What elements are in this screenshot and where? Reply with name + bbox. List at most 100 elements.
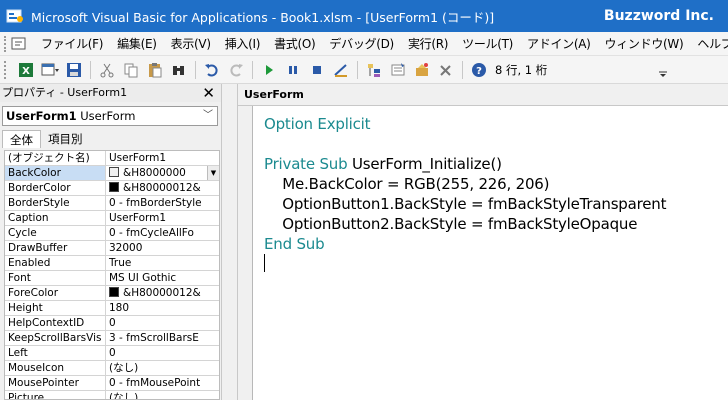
- code-editor[interactable]: Option Explicit Private Sub UserForm_Init…: [264, 114, 666, 274]
- menu-view[interactable]: 表示(V): [164, 34, 218, 54]
- menu-grip[interactable]: [4, 35, 6, 52]
- cut-icon[interactable]: [96, 59, 118, 81]
- property-value[interactable]: True: [106, 256, 219, 270]
- menu-help[interactable]: ヘルプ(H): [690, 34, 728, 54]
- title-bar: Microsoft Visual Basic for Applications …: [0, 0, 728, 32]
- design-mode-icon[interactable]: [330, 59, 352, 81]
- property-value[interactable]: UserForm1: [106, 151, 219, 165]
- code-line[interactable]: Private Sub UserForm_Initialize(): [264, 154, 666, 174]
- tab-alphabetic[interactable]: 全体: [2, 130, 41, 148]
- reset-icon[interactable]: [306, 59, 328, 81]
- menu-debug[interactable]: デバッグ(D): [322, 34, 401, 54]
- property-value[interactable]: 3 - fmScrollBarsE: [106, 331, 219, 345]
- insert-userform-icon[interactable]: [39, 59, 61, 81]
- properties-title: プロパティ - UserForm1: [2, 86, 128, 99]
- property-value[interactable]: UserForm1: [106, 211, 219, 225]
- paste-icon[interactable]: [144, 59, 166, 81]
- code-line[interactable]: Option Explicit: [264, 114, 666, 134]
- property-row[interactable]: BorderStyle 0 - fmBorderStyle: [5, 196, 219, 211]
- property-row[interactable]: BorderColor &H80000012&: [5, 181, 219, 196]
- property-row[interactable]: Font MS UI Gothic: [5, 271, 219, 286]
- toolbox-icon[interactable]: [435, 59, 457, 81]
- toolbar-grip[interactable]: [4, 60, 10, 79]
- excel-icon[interactable]: X: [15, 59, 37, 81]
- code-keyword: Option Explicit: [264, 115, 371, 133]
- property-row[interactable]: Height 180: [5, 301, 219, 316]
- property-row[interactable]: Picture (なし): [5, 391, 219, 399]
- property-row[interactable]: KeepScrollBarsVis 3 - fmScrollBarsE: [5, 331, 219, 346]
- property-value[interactable]: 0: [106, 316, 219, 330]
- property-row[interactable]: MouseIcon (なし): [5, 361, 219, 376]
- property-row[interactable]: HelpContextID 0: [5, 316, 219, 331]
- object-selector[interactable]: UserForm1 UserForm ﹀: [2, 106, 218, 126]
- property-value[interactable]: 180: [106, 301, 219, 315]
- property-value[interactable]: 0 - fmBorderStyle: [106, 196, 219, 210]
- code-line[interactable]: OptionButton2.BackStyle = fmBackStyleOpa…: [264, 214, 666, 234]
- project-explorer-icon[interactable]: [363, 59, 385, 81]
- property-row[interactable]: DrawBuffer 32000: [5, 241, 219, 256]
- property-value[interactable]: (なし): [106, 391, 219, 399]
- property-row[interactable]: Left 0: [5, 346, 219, 361]
- menu-format[interactable]: 書式(O): [267, 34, 322, 54]
- property-value[interactable]: MS UI Gothic: [106, 271, 219, 285]
- brand-label: Buzzword Inc.: [603, 8, 714, 24]
- property-row[interactable]: Cycle 0 - fmCycleAllFo: [5, 226, 219, 241]
- code-line[interactable]: Me.BackColor = RGB(255, 226, 206): [264, 174, 666, 194]
- menu-file[interactable]: ファイル(F): [34, 34, 110, 54]
- property-key: Picture: [5, 391, 106, 399]
- view-excel-icon[interactable]: [10, 36, 28, 52]
- splitter[interactable]: [222, 84, 237, 400]
- property-row[interactable]: Caption UserForm1: [5, 211, 219, 226]
- code-line-current[interactable]: [264, 254, 666, 274]
- property-value-cell[interactable]: &H80000012&: [106, 181, 219, 195]
- property-row[interactable]: MousePointer 0 - fmMousePoint: [5, 376, 219, 391]
- property-value-cell[interactable]: &H80000012&: [106, 286, 219, 300]
- code-line[interactable]: End Sub: [264, 234, 666, 254]
- toolbar-overflow-icon[interactable]: [658, 60, 668, 80]
- code-margin[interactable]: [238, 106, 252, 400]
- property-value[interactable]: 0: [106, 346, 219, 360]
- copy-icon[interactable]: [120, 59, 142, 81]
- pause-icon[interactable]: [282, 59, 304, 81]
- menu-edit[interactable]: 編集(E): [110, 34, 163, 54]
- menu-run[interactable]: 実行(R): [401, 34, 455, 54]
- properties-tabs: 全体 項目別: [2, 130, 90, 148]
- property-value[interactable]: (なし): [106, 361, 219, 375]
- menu-window[interactable]: ウィンドウ(W): [598, 34, 691, 54]
- property-value[interactable]: 0 - fmCycleAllFo: [106, 226, 219, 240]
- properties-title-bar: プロパティ - UserForm1 ✕: [0, 84, 221, 102]
- close-icon[interactable]: ✕: [202, 84, 215, 102]
- property-key: Height: [5, 301, 106, 315]
- property-key: BorderColor: [5, 181, 106, 195]
- property-row[interactable]: (オブジェクト名) UserForm1: [5, 151, 219, 166]
- chevron-down-icon[interactable]: ▼: [207, 166, 219, 180]
- menu-tools[interactable]: ツール(T): [455, 34, 520, 54]
- property-row[interactable]: Enabled True: [5, 256, 219, 271]
- save-icon[interactable]: [63, 59, 85, 81]
- run-icon[interactable]: [258, 59, 280, 81]
- toolbar-separator: [357, 60, 358, 79]
- chevron-down-icon[interactable]: ﹀: [203, 107, 213, 125]
- tab-categorized[interactable]: 項目別: [41, 130, 90, 148]
- object-browser-icon[interactable]: [411, 59, 433, 81]
- property-row[interactable]: BackColor &H8000000 ▼: [5, 166, 219, 181]
- object-type: UserForm: [80, 109, 136, 123]
- code-line[interactable]: OptionButton1.BackStyle = fmBackStyleTra…: [264, 194, 666, 214]
- code-line[interactable]: [264, 134, 666, 154]
- properties-window-icon[interactable]: [387, 59, 409, 81]
- property-row[interactable]: ForeColor &H80000012&: [5, 286, 219, 301]
- menu-insert[interactable]: 挿入(I): [218, 34, 267, 54]
- menu-addins[interactable]: アドイン(A): [520, 34, 597, 54]
- property-key: MousePointer: [5, 376, 106, 390]
- property-value-cell[interactable]: &H8000000 ▼: [106, 166, 219, 180]
- standard-toolbar: X ? 8 行, 1 桁: [0, 56, 728, 84]
- help-icon[interactable]: ?: [468, 59, 490, 81]
- vba-app-icon[interactable]: [6, 8, 24, 24]
- property-value[interactable]: 32000: [106, 241, 219, 255]
- property-key: DrawBuffer: [5, 241, 106, 255]
- undo-icon[interactable]: [201, 59, 223, 81]
- property-value[interactable]: 0 - fmMousePoint: [106, 376, 219, 390]
- find-icon[interactable]: [168, 59, 190, 81]
- code-keyword: End Sub: [264, 235, 325, 253]
- redo-icon[interactable]: [225, 59, 247, 81]
